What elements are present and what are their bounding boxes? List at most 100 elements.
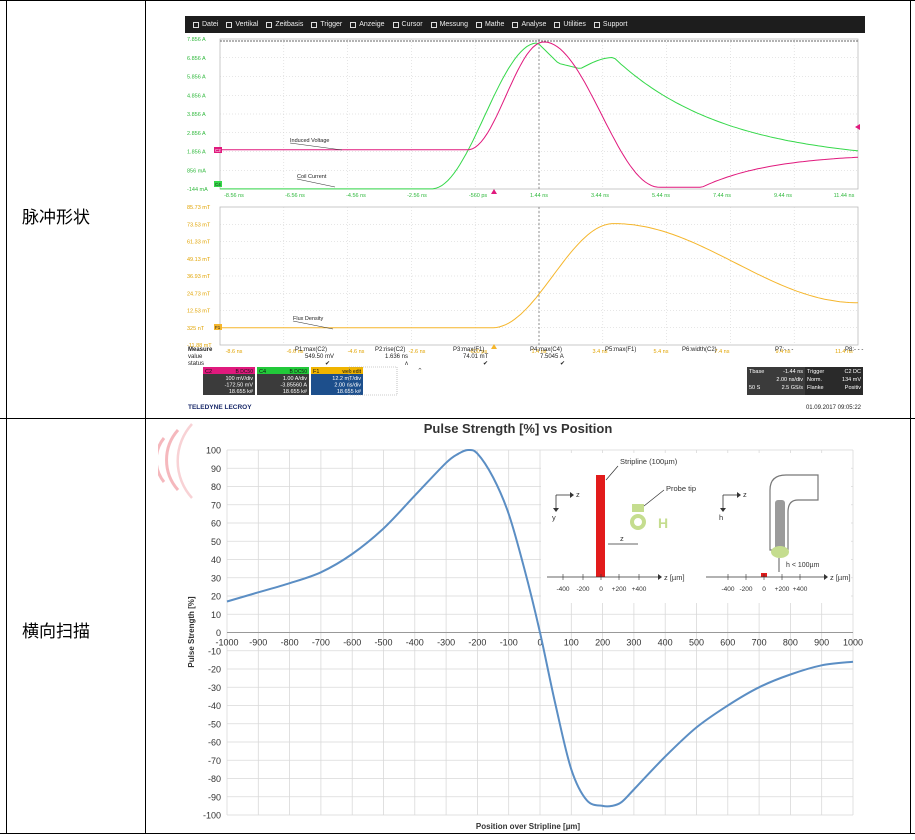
x-tick-label: -300 <box>437 638 455 648</box>
menu-zeitbasis[interactable]: Zeitbasis <box>266 21 303 28</box>
oscilloscope-screenshot: Datei Vertikal Zeitbasis Trigger Anzeige Curs… <box>185 16 865 413</box>
watermark-arc <box>176 423 193 499</box>
x-tick-label: 3.44 ns <box>591 193 609 199</box>
probe-core <box>775 500 785 550</box>
timebase-value: C2 DC <box>844 369 861 375</box>
y-tick-label: -100 <box>203 811 221 821</box>
measure-value-label: value <box>188 354 203 360</box>
y-tick-label: 7.856 A <box>187 37 206 43</box>
menu-mathe[interactable]: Mathe <box>475 21 504 28</box>
y-tick-label: 80 <box>211 482 221 492</box>
measure-status: ✔ <box>325 361 330 367</box>
trigger-time-marker <box>491 189 497 194</box>
measure-header: P1:max(C2) <box>295 347 327 353</box>
x-tick-label: -8.6 ns <box>226 349 243 355</box>
menu-label: Messung <box>439 21 468 28</box>
row-label-lateral-scan: 横向扫描 <box>22 622 90 642</box>
probe-tip <box>771 546 789 558</box>
scope-menubar: Datei Vertikal Zeitbasis Trigger Anzeige Curs… <box>185 16 865 33</box>
timebase-value: 2.00 ns/div <box>776 377 803 383</box>
distance-label-z: z <box>620 534 624 543</box>
inset-tick-label: +400 <box>793 586 808 593</box>
channel-value: 12.2 mT/div <box>332 376 361 382</box>
inset-tick-label: 0 <box>599 586 603 593</box>
menu-vertikal[interactable]: Vertikal <box>226 21 258 28</box>
menu-label: Vertikal <box>235 21 259 28</box>
x-tick-label: 900 <box>814 638 829 648</box>
x-tick-label: 100 <box>564 638 579 648</box>
x-tick-label: 1.44 ns <box>530 193 548 199</box>
watermark-arc <box>165 429 180 491</box>
measure-status: ✔ <box>483 361 488 367</box>
menu-label: Analyse <box>521 21 547 28</box>
math-icon <box>475 21 482 28</box>
measure-header: P4:max(C4) <box>530 347 562 353</box>
y-tick-label: -60 <box>208 738 221 748</box>
y-tick-label: 325 nT <box>187 326 205 332</box>
utilities-icon <box>554 21 561 28</box>
chart-title: Pulse Strength [%] vs Position <box>424 421 613 436</box>
measure-value: 1.636 ns <box>385 354 408 360</box>
x-tick-label: 600 <box>720 638 735 648</box>
x-tick-label: -600 <box>343 638 361 648</box>
inset-tick-label: -400 <box>556 586 569 593</box>
timebase-value: 134 mV <box>842 377 861 383</box>
x-tick-label: -400 <box>406 638 424 648</box>
channel-value: 18.655 k# <box>229 389 254 395</box>
menu-anzeige[interactable]: Anzeige <box>350 21 385 28</box>
x-tick-label: 5.4 ns <box>654 349 669 355</box>
scope-grid-2: 85.73 mT 73.53 mT 61.33 mT 49.13 mT 36.93 mT… <box>187 205 859 355</box>
channel-value: 18.655 k# <box>337 389 362 395</box>
menu-analyse[interactable]: Analyse <box>512 21 546 28</box>
x-tick-label: -6.56 ns <box>285 193 305 199</box>
inset-tick-label: +200 <box>612 586 627 593</box>
brand-logo: TELEDYNE LECROY <box>188 404 252 411</box>
x-tick-label: 400 <box>658 638 673 648</box>
x-tick-label: -2.6 ns <box>409 349 426 355</box>
x-tick-label: -500 <box>374 638 392 648</box>
y-tick-label: 85.73 mT <box>187 205 211 211</box>
y-tick-label: 30 <box>211 573 221 583</box>
menu-support[interactable]: Support <box>593 21 627 28</box>
measure-header: P5:max(F1) <box>605 347 636 353</box>
axis-label-h: h <box>719 513 723 522</box>
x-tick-label: -800 <box>281 638 299 648</box>
y-tick-label: 61.33 mT <box>187 240 211 246</box>
y-tick-label: 40 <box>211 555 221 565</box>
y-tick-label: -50 <box>208 719 221 729</box>
stripline-label: Stripline (100µm) <box>620 457 678 466</box>
measure-status: ᴧ <box>405 361 408 367</box>
x-tick-label: 700 <box>752 638 767 648</box>
x-tick-label: 9.44 ns <box>774 193 792 199</box>
x-tick-label: 5.44 ns <box>652 193 670 199</box>
scroll-indicator: ⌃ <box>417 367 423 375</box>
x-tick-label: -100 <box>500 638 518 648</box>
menu-label: Cursor <box>401 21 423 28</box>
y-tick-label: -70 <box>208 756 221 766</box>
x-tick-label: 11.44 ns <box>834 193 855 199</box>
y-tick-label: 36.93 mT <box>187 274 211 280</box>
channel-value: -172.50 mV <box>225 383 254 389</box>
x-tick-label: -560 ps <box>469 193 488 199</box>
measure-icon <box>430 21 437 28</box>
display-icon <box>350 21 357 28</box>
x-tick-label: 800 <box>783 638 798 648</box>
menu-label: Trigger <box>320 21 343 28</box>
menu-messung[interactable]: Messung <box>430 21 468 28</box>
coil-current-label: Coil Current <box>297 174 327 180</box>
measure-status: ✔ <box>560 361 565 367</box>
menu-cursor[interactable]: Cursor <box>392 21 423 28</box>
x-tick-label: 7.44 ns <box>713 193 731 199</box>
inset-axis-label: z [µm] <box>830 573 851 582</box>
menu-datei[interactable]: Datei <box>193 21 218 28</box>
pulse-strength-chart: Pulse Strength [%] vs Position1009080706… <box>158 421 863 831</box>
measure-table: Measure P1:max(C2) P2:rise(C2) P3:max(F1) P4… <box>188 347 863 411</box>
measure-header: P6:width(C2) <box>682 347 717 353</box>
measure-value: 7.5045 A <box>540 354 564 360</box>
info-icon <box>593 21 600 28</box>
menu-trigger[interactable]: Trigger <box>311 21 342 28</box>
document-table: { "table":{"rows":[ {"label":"脉冲形状"}, {"… <box>0 0 915 840</box>
file-icon <box>193 21 199 28</box>
menu-utilities[interactable]: Utilities <box>554 21 586 28</box>
measure-header: P3:max(F1) <box>453 347 484 353</box>
